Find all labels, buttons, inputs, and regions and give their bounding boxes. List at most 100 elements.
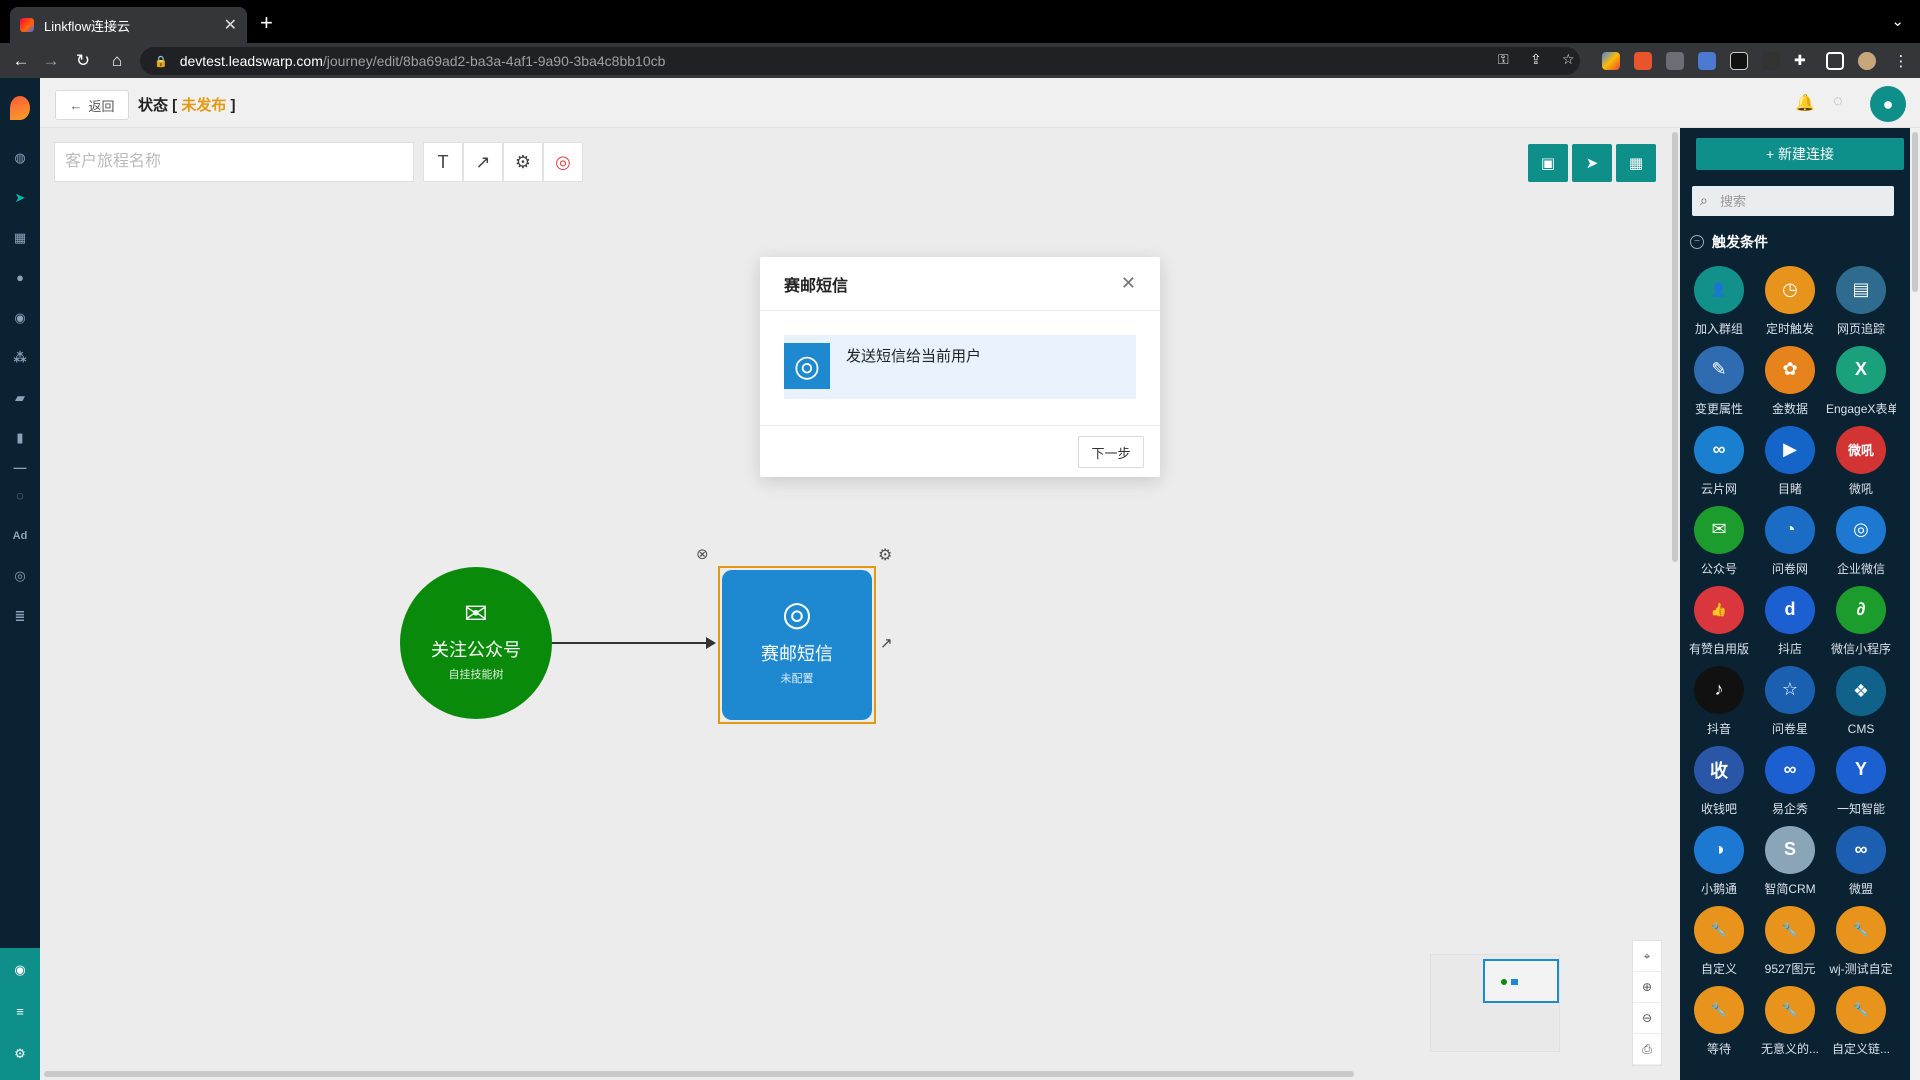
journey-send-icon[interactable]: ➤ xyxy=(12,190,28,206)
journey-name-input[interactable] xyxy=(54,142,414,182)
connector-item[interactable]: ∞ 易企秀 xyxy=(1755,746,1825,816)
sms-node[interactable]: ◎ 赛邮短信 未配置 xyxy=(718,566,876,724)
chart-icon[interactable]: ▮ xyxy=(12,430,28,446)
target-nav-icon[interactable]: ◎ xyxy=(12,568,28,584)
connector-item[interactable]: 🔧 9527图元 xyxy=(1755,906,1825,976)
connector-item[interactable]: ◎ 企业微信 xyxy=(1826,506,1896,576)
connector-item[interactable]: ◔ 问卷网 xyxy=(1755,506,1825,576)
table-icon[interactable]: ▦ xyxy=(12,230,28,246)
bookmark-icon[interactable]: ▰ xyxy=(12,390,28,406)
connector-item[interactable]: ◷ 定时触发 xyxy=(1755,266,1825,336)
extension-window-icon[interactable] xyxy=(1698,52,1716,70)
connector-item[interactable]: ✉ 公众号 xyxy=(1684,506,1754,576)
connector-item[interactable]: 微吼 微吼 xyxy=(1826,426,1896,496)
wechat-nav-icon[interactable]: ◌ xyxy=(12,488,28,504)
target-tool-icon[interactable]: ◎ xyxy=(543,142,583,182)
settings-icon[interactable]: ⚙ xyxy=(12,1046,28,1062)
connector-item[interactable]: 👍 有赞自用版 xyxy=(1684,586,1754,656)
connector-item[interactable]: ❖ CMS xyxy=(1826,666,1896,736)
connector-item[interactable]: ▶ 目睹 xyxy=(1755,426,1825,496)
close-icon[interactable]: ✕ xyxy=(1121,273,1136,294)
back-arrow-icon[interactable]: ← xyxy=(8,48,34,74)
connector-item[interactable]: d 抖店 xyxy=(1755,586,1825,656)
back-button[interactable]: ← 返回 xyxy=(55,90,129,120)
profile-avatar[interactable] xyxy=(1858,52,1876,70)
canvas-horizontal-scrollbar[interactable] xyxy=(40,1068,1680,1080)
minimap-viewport[interactable] xyxy=(1483,959,1559,1003)
layout-icon[interactable]: ▦ xyxy=(1616,144,1656,182)
connector-item[interactable]: ∞ 云片网 xyxy=(1684,426,1754,496)
logo-icon[interactable] xyxy=(10,96,30,120)
bookmark-star-icon[interactable]: ☆ xyxy=(1562,51,1575,68)
connector-item[interactable]: 🔧 wj-测试自定 xyxy=(1826,906,1896,976)
connector-item[interactable]: ☆ 问卷星 xyxy=(1755,666,1825,736)
connector-item[interactable]: 收收钱吧 xyxy=(1684,746,1754,816)
connector-search-input[interactable] xyxy=(1692,186,1894,216)
list-nav-icon[interactable]: ≣ xyxy=(12,608,28,624)
connector-item[interactable]: ∂ 微信小程序 xyxy=(1826,586,1896,656)
save-icon[interactable]: ▣ xyxy=(1528,144,1568,182)
trigger-section-header[interactable]: − 触发条件 xyxy=(1690,232,1768,252)
zoom-in-icon[interactable]: ⊕ xyxy=(1633,972,1661,1003)
arrow-tool-icon[interactable]: ↗ xyxy=(463,142,503,182)
user-avatar[interactable]: ● xyxy=(1870,86,1906,122)
bell-icon[interactable]: 🔔 xyxy=(1795,93,1815,113)
canvas-settings-icon[interactable]: ⚙ xyxy=(503,142,543,182)
panel-scrollbar[interactable] xyxy=(1910,128,1920,1080)
connector-item[interactable]: 🔧 自定义链... xyxy=(1826,986,1896,1056)
connector-item[interactable]: Y 一知智能 xyxy=(1826,746,1896,816)
next-step-button[interactable]: 下一步 xyxy=(1078,436,1144,468)
minimap[interactable] xyxy=(1430,954,1560,1052)
new-connection-button[interactable]: + 新建连接 xyxy=(1696,138,1904,170)
node-connector[interactable] xyxy=(552,637,716,649)
remove-node-icon[interactable]: ⊗ xyxy=(696,545,709,563)
connector-item[interactable]: ✎ 变更属性 xyxy=(1684,346,1754,416)
extension-glasses-icon[interactable] xyxy=(1666,52,1684,70)
home-icon[interactable]: ⌂ xyxy=(104,48,130,74)
close-tab-icon[interactable]: ✕ xyxy=(224,15,237,35)
dashboard-icon[interactable]: ◍ xyxy=(12,150,28,166)
users-icon[interactable]: ◉ xyxy=(12,310,28,326)
browser-tab[interactable]: Linkflow连接云 ✕ xyxy=(10,7,247,43)
canvas-vertical-scrollbar[interactable] xyxy=(1670,128,1680,1080)
key-icon[interactable]: ⚿ xyxy=(1498,51,1509,68)
connector-item[interactable]: ▤ 网页追踪 xyxy=(1826,266,1896,336)
support-icon[interactable]: ◉ xyxy=(12,962,28,978)
extension-grid-icon[interactable] xyxy=(1762,52,1780,70)
browser-menu-icon[interactable]: ⋮ xyxy=(1892,52,1910,70)
connector-item[interactable]: 👤 加入群组 xyxy=(1684,266,1754,336)
connector-item[interactable]: ♪ 抖音 xyxy=(1684,666,1754,736)
connector-item[interactable]: 🔧 等待 xyxy=(1684,986,1754,1056)
print-icon[interactable]: ⎙ xyxy=(1633,1034,1661,1065)
connector-item[interactable]: X EngageX表单 xyxy=(1826,346,1896,416)
extensions-puzzle-icon[interactable]: ✚ xyxy=(1794,52,1812,70)
extension-rocket-icon[interactable] xyxy=(1634,52,1652,70)
connector-item[interactable]: 🔧 无意义的... xyxy=(1755,986,1825,1056)
reload-icon[interactable]: ↻ xyxy=(70,48,96,74)
connector-item[interactable]: S 智简CRM xyxy=(1755,826,1825,896)
extension-color-icon[interactable] xyxy=(1602,52,1620,70)
new-tab-icon[interactable]: + xyxy=(260,12,273,34)
connector-item[interactable]: 🔧 自定义 xyxy=(1684,906,1754,976)
side-panel-icon[interactable] xyxy=(1826,52,1844,70)
extension-camera-icon[interactable] xyxy=(1730,52,1748,70)
connector-item[interactable]: ◑ 小鹅通 xyxy=(1684,826,1754,896)
node-settings-icon[interactable]: ⚙ xyxy=(878,545,892,565)
share-icon[interactable]: ⇪ xyxy=(1530,51,1542,68)
send-sms-option[interactable]: ◎ 发送短信给当前用户 xyxy=(784,335,1136,399)
locate-icon[interactable]: ⌖ xyxy=(1633,941,1661,972)
tab-search-chevron-icon[interactable]: ⌄ xyxy=(1891,12,1904,30)
database-icon[interactable]: ≡ xyxy=(12,1004,28,1020)
connect-handle-icon[interactable]: ↗ xyxy=(880,634,893,652)
publish-icon[interactable]: ➤ xyxy=(1572,144,1612,182)
connector-item[interactable]: ✿ 金数据 xyxy=(1755,346,1825,416)
connector-item[interactable]: ∞ 微盟 xyxy=(1826,826,1896,896)
user-icon[interactable]: ● xyxy=(12,270,28,286)
start-node[interactable]: ✉ 关注公众号 自挂技能树 xyxy=(400,567,552,719)
segments-icon[interactable]: ⁂ xyxy=(12,350,28,366)
address-bar[interactable]: 🔒 devtest.leadswarp.com/journey/edit/8ba… xyxy=(140,47,1580,75)
zoom-out-icon[interactable]: ⊖ xyxy=(1633,1003,1661,1034)
forward-arrow-icon[interactable]: → xyxy=(38,48,64,74)
text-tool-icon[interactable]: T xyxy=(423,142,463,182)
message-icon[interactable]: ◌ xyxy=(1833,93,1843,111)
